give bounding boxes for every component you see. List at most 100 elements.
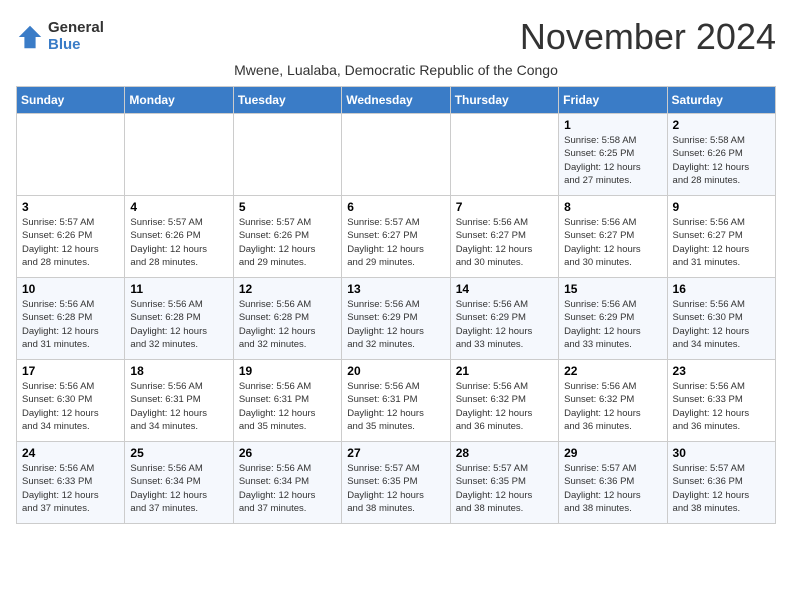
day-info: Sunrise: 5:56 AM Sunset: 6:27 PM Dayligh… (564, 216, 661, 269)
logo: General Blue (16, 20, 104, 53)
calendar-cell: 18 Sunrise: 5:56 AM Sunset: 6:31 PM Dayli… (125, 360, 233, 442)
calendar-cell: 16Sunrise: 5:56 AM Sunset: 6:30 PM Dayli… (667, 278, 775, 360)
day-info: Sunrise: 5:57 AM Sunset: 6:26 PM Dayligh… (239, 216, 336, 269)
calendar-cell: 21 Sunrise: 5:56 AM Sunset: 6:32 PM Dayli… (450, 360, 558, 442)
day-info: Sunrise: 5:56 AM Sunset: 6:27 PM Dayligh… (673, 216, 770, 269)
calendar-cell: 30 Sunrise: 5:57 AM Sunset: 6:36 PM Dayli… (667, 442, 775, 524)
calendar-cell: 29Sunrise: 5:57 AM Sunset: 6:36 PM Dayli… (559, 442, 667, 524)
day-info: Sunrise: 5:56 AM Sunset: 6:27 PM Dayligh… (456, 216, 553, 269)
calendar-cell: 14 Sunrise: 5:56 AM Sunset: 6:29 PM Dayli… (450, 278, 558, 360)
calendar-cell: 12Sunrise: 5:56 AM Sunset: 6:28 PM Dayli… (233, 278, 341, 360)
calendar-cell: 5 Sunrise: 5:57 AM Sunset: 6:26 PM Daylig… (233, 196, 341, 278)
day-number: 17 (22, 364, 119, 378)
day-info: Sunrise: 5:56 AM Sunset: 6:31 PM Dayligh… (347, 380, 444, 433)
calendar-header-row: SundayMondayTuesdayWednesdayThursdayFrid… (17, 87, 776, 114)
col-header-wednesday: Wednesday (342, 87, 450, 114)
day-number: 4 (130, 200, 227, 214)
logo-icon (16, 23, 44, 51)
calendar-cell: 9Sunrise: 5:56 AM Sunset: 6:27 PM Daylig… (667, 196, 775, 278)
day-info: Sunrise: 5:57 AM Sunset: 6:26 PM Dayligh… (22, 216, 119, 269)
col-header-friday: Friday (559, 87, 667, 114)
calendar-cell: 4 Sunrise: 5:57 AM Sunset: 6:26 PM Daylig… (125, 196, 233, 278)
calendar-week-row: 24 Sunrise: 5:56 AM Sunset: 6:33 PM Dayli… (17, 442, 776, 524)
calendar-cell: 23Sunrise: 5:56 AM Sunset: 6:33 PM Dayli… (667, 360, 775, 442)
calendar-table: SundayMondayTuesdayWednesdayThursdayFrid… (16, 86, 776, 524)
day-number: 14 (456, 282, 553, 296)
calendar-cell (17, 114, 125, 196)
col-header-monday: Monday (125, 87, 233, 114)
month-title: November 2024 (520, 16, 776, 58)
logo-general: General (48, 20, 104, 37)
location-subtitle: Mwene, Lualaba, Democratic Republic of t… (16, 62, 776, 78)
day-number: 18 (130, 364, 227, 378)
calendar-cell: 19 Sunrise: 5:56 AM Sunset: 6:31 PM Dayli… (233, 360, 341, 442)
title-block: November 2024 (520, 16, 776, 58)
calendar-cell: 17 Sunrise: 5:56 AM Sunset: 6:30 PM Dayli… (17, 360, 125, 442)
calendar-cell: 3 Sunrise: 5:57 AM Sunset: 6:26 PM Daylig… (17, 196, 125, 278)
day-info: Sunrise: 5:56 AM Sunset: 6:34 PM Dayligh… (239, 462, 336, 515)
calendar-cell (125, 114, 233, 196)
day-info: Sunrise: 5:56 AM Sunset: 6:33 PM Dayligh… (22, 462, 119, 515)
calendar-cell: 1 Sunrise: 5:58 AM Sunset: 6:25 PM Daylig… (559, 114, 667, 196)
day-info: Sunrise: 5:56 AM Sunset: 6:29 PM Dayligh… (564, 298, 661, 351)
day-number: 26 (239, 446, 336, 460)
col-header-saturday: Saturday (667, 87, 775, 114)
day-info: Sunrise: 5:57 AM Sunset: 6:27 PM Dayligh… (347, 216, 444, 269)
day-number: 13 (347, 282, 444, 296)
col-header-thursday: Thursday (450, 87, 558, 114)
calendar-week-row: 10 Sunrise: 5:56 AM Sunset: 6:28 PM Dayli… (17, 278, 776, 360)
day-number: 7 (456, 200, 553, 214)
calendar-cell: 20 Sunrise: 5:56 AM Sunset: 6:31 PM Dayli… (342, 360, 450, 442)
calendar-cell (342, 114, 450, 196)
day-info: Sunrise: 5:56 AM Sunset: 6:32 PM Dayligh… (564, 380, 661, 433)
day-info: Sunrise: 5:57 AM Sunset: 6:35 PM Dayligh… (456, 462, 553, 515)
day-number: 5 (239, 200, 336, 214)
calendar-cell (450, 114, 558, 196)
calendar-cell: 22Sunrise: 5:56 AM Sunset: 6:32 PM Dayli… (559, 360, 667, 442)
col-header-sunday: Sunday (17, 87, 125, 114)
calendar-week-row: 1 Sunrise: 5:58 AM Sunset: 6:25 PM Daylig… (17, 114, 776, 196)
day-number: 23 (673, 364, 770, 378)
day-number: 21 (456, 364, 553, 378)
calendar-cell: 11Sunrise: 5:56 AM Sunset: 6:28 PM Dayli… (125, 278, 233, 360)
calendar-cell: 15 Sunrise: 5:56 AM Sunset: 6:29 PM Dayli… (559, 278, 667, 360)
calendar-cell: 6 Sunrise: 5:57 AM Sunset: 6:27 PM Daylig… (342, 196, 450, 278)
day-info: Sunrise: 5:56 AM Sunset: 6:28 PM Dayligh… (130, 298, 227, 351)
day-number: 8 (564, 200, 661, 214)
day-number: 2 (673, 118, 770, 132)
day-info: Sunrise: 5:56 AM Sunset: 6:32 PM Dayligh… (456, 380, 553, 433)
col-header-tuesday: Tuesday (233, 87, 341, 114)
calendar-cell: 8 Sunrise: 5:56 AM Sunset: 6:27 PM Daylig… (559, 196, 667, 278)
calendar-week-row: 17 Sunrise: 5:56 AM Sunset: 6:30 PM Dayli… (17, 360, 776, 442)
calendar-cell: 7 Sunrise: 5:56 AM Sunset: 6:27 PM Daylig… (450, 196, 558, 278)
day-number: 24 (22, 446, 119, 460)
day-info: Sunrise: 5:58 AM Sunset: 6:25 PM Dayligh… (564, 134, 661, 187)
day-number: 29 (564, 446, 661, 460)
calendar-cell: 28Sunrise: 5:57 AM Sunset: 6:35 PM Dayli… (450, 442, 558, 524)
day-number: 27 (347, 446, 444, 460)
day-info: Sunrise: 5:56 AM Sunset: 6:34 PM Dayligh… (130, 462, 227, 515)
logo-text: General Blue (48, 20, 104, 53)
calendar-cell (233, 114, 341, 196)
day-info: Sunrise: 5:56 AM Sunset: 6:30 PM Dayligh… (22, 380, 119, 433)
day-number: 12 (239, 282, 336, 296)
calendar-cell: 27 Sunrise: 5:57 AM Sunset: 6:35 PM Dayli… (342, 442, 450, 524)
day-number: 30 (673, 446, 770, 460)
day-info: Sunrise: 5:56 AM Sunset: 6:28 PM Dayligh… (22, 298, 119, 351)
day-number: 15 (564, 282, 661, 296)
day-info: Sunrise: 5:57 AM Sunset: 6:26 PM Dayligh… (130, 216, 227, 269)
day-number: 1 (564, 118, 661, 132)
day-info: Sunrise: 5:57 AM Sunset: 6:35 PM Dayligh… (347, 462, 444, 515)
day-number: 10 (22, 282, 119, 296)
day-info: Sunrise: 5:57 AM Sunset: 6:36 PM Dayligh… (673, 462, 770, 515)
day-number: 19 (239, 364, 336, 378)
day-info: Sunrise: 5:56 AM Sunset: 6:29 PM Dayligh… (456, 298, 553, 351)
day-number: 20 (347, 364, 444, 378)
calendar-cell: 25Sunrise: 5:56 AM Sunset: 6:34 PM Dayli… (125, 442, 233, 524)
day-number: 3 (22, 200, 119, 214)
calendar-week-row: 3 Sunrise: 5:57 AM Sunset: 6:26 PM Daylig… (17, 196, 776, 278)
day-info: Sunrise: 5:56 AM Sunset: 6:31 PM Dayligh… (130, 380, 227, 433)
calendar-cell: 24 Sunrise: 5:56 AM Sunset: 6:33 PM Dayli… (17, 442, 125, 524)
day-info: Sunrise: 5:56 AM Sunset: 6:31 PM Dayligh… (239, 380, 336, 433)
day-number: 6 (347, 200, 444, 214)
